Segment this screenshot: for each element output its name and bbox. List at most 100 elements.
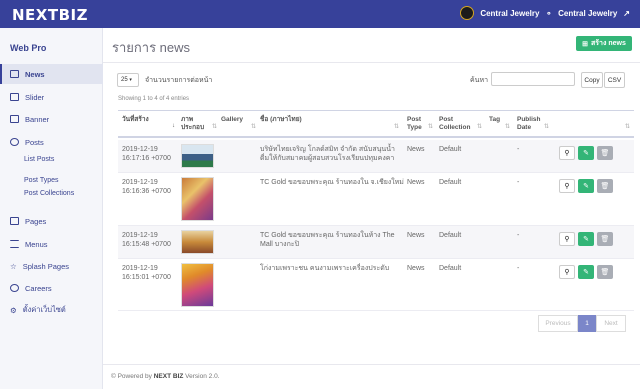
- monitor-icon: [10, 217, 19, 225]
- sidebar-item-label: News: [25, 69, 45, 79]
- trash-icon: 🗑: [600, 183, 610, 190]
- page-size-label: จำนวนรายการต่อหน้า: [145, 77, 213, 84]
- sidebar-item-label: Slider: [25, 92, 45, 102]
- org-avatar[interactable]: [460, 6, 475, 20]
- row-title[interactable]: บริษัทไทยเจริญ โกลด์สมิท จำกัด สนับสนุนน…: [260, 145, 405, 163]
- delete-button[interactable]: 🗑: [597, 179, 613, 193]
- row-title[interactable]: TC Gold ขอขอบพระคุณ ร้านทองในห้าง The Ma…: [260, 231, 405, 249]
- col-header-tag[interactable]: Tag: [489, 116, 500, 124]
- row-date: 2019-12-19 16:15:48 +0700: [122, 231, 171, 249]
- sidebar-item-news[interactable]: News: [0, 64, 103, 84]
- sort-icon[interactable]: ⇅: [251, 123, 256, 130]
- sort-icon[interactable]: ⇅: [477, 123, 482, 130]
- row-publish-date: -: [517, 265, 520, 272]
- edit-button[interactable]: ✎: [578, 232, 594, 246]
- sidebar-subitem-post-collections[interactable]: Post Collections: [24, 190, 74, 197]
- sort-icon[interactable]: ⇅: [428, 123, 433, 130]
- sidebar-item-slider[interactable]: Slider: [0, 87, 103, 107]
- delete-button[interactable]: 🗑: [597, 265, 613, 279]
- row-publish-date: -: [517, 232, 520, 239]
- sort-icon[interactable]: ⇅: [544, 123, 549, 130]
- col-header-image[interactable]: ภาพประกอบ: [181, 116, 209, 132]
- sidebar-item-label: ตั้งค่าเว็บไซต์: [22, 305, 66, 314]
- sort-icon[interactable]: ⇅: [212, 123, 217, 130]
- top-user-area: Central Jewelry ⚬ Central Jewelry ↗: [460, 6, 630, 20]
- sort-icon[interactable]: ⇅: [394, 123, 399, 130]
- row-thumbnail[interactable]: [181, 177, 214, 221]
- edit-icon: ✎: [583, 150, 589, 157]
- search-icon: ⚲: [564, 269, 570, 276]
- header-divider: [103, 62, 640, 63]
- sidebar-item-label: Banner: [25, 114, 50, 124]
- view-button[interactable]: ⚲: [559, 179, 575, 193]
- edit-icon: ✎: [583, 236, 589, 243]
- top-navbar: NEXTBIZ Central Jewelry ⚬ Central Jewelr…: [0, 0, 640, 28]
- row-title[interactable]: TC Gold ขอขอบพระคุณ ร้านทองใน จ.เชียงใหม…: [260, 178, 405, 187]
- create-news-label: สร้าง news: [591, 40, 626, 47]
- col-header-post-type[interactable]: Post Type: [407, 116, 429, 132]
- row-post-collection: Default: [439, 146, 462, 153]
- edit-button[interactable]: ✎: [578, 179, 594, 193]
- col-header-gallery[interactable]: Gallery: [221, 116, 243, 124]
- pagination-next[interactable]: Next: [596, 315, 626, 332]
- app-logo[interactable]: NEXTBIZ: [12, 6, 88, 24]
- sidebar-item-menus[interactable]: Menus: [0, 234, 103, 254]
- users-icon: [10, 284, 19, 292]
- sort-icon[interactable]: ⇅: [625, 123, 630, 130]
- row-thumbnail[interactable]: [181, 144, 214, 168]
- sidebar-item-posts[interactable]: Posts: [0, 132, 103, 152]
- sidebar-subitem-list-posts[interactable]: List Posts: [24, 156, 54, 163]
- col-header-date[interactable]: วันที่สร้าง: [122, 116, 156, 124]
- chevron-down-icon: ▾: [129, 77, 132, 83]
- sidebar-item-pages[interactable]: Pages: [0, 211, 103, 231]
- table-header: วันที่สร้าง ↓ ภาพประกอบ ⇅ Gallery ⇅ ชื่อ…: [118, 110, 634, 138]
- list-icon: [10, 70, 19, 78]
- csv-button[interactable]: CSV: [604, 72, 625, 88]
- col-header-post-collection[interactable]: Post Collection: [439, 116, 475, 132]
- pagination-previous[interactable]: Previous: [538, 315, 578, 332]
- edit-icon: ✎: [583, 183, 589, 190]
- user-name[interactable]: Central Jewelry: [558, 9, 617, 18]
- row-date: 2019-12-19 16:17:16 +0700: [122, 145, 171, 163]
- sidebar-item-splash-pages[interactable]: ☆ Splash Pages: [0, 256, 103, 276]
- copy-button[interactable]: Copy: [581, 72, 603, 88]
- row-post-collection: Default: [439, 232, 462, 239]
- page-size-select[interactable]: 25 ▾: [117, 73, 139, 87]
- row-publish-date: -: [517, 179, 520, 186]
- search-icon: ⚲: [564, 150, 570, 157]
- sort-desc-icon[interactable]: ↓: [172, 123, 175, 129]
- sidebar-item-banner[interactable]: Banner: [0, 109, 103, 129]
- table-row: 2019-12-19 16:15:01 +0700 โก่งามเพราะชน …: [118, 259, 634, 311]
- col-header-publish-date[interactable]: Publish Date: [517, 116, 545, 132]
- search-input[interactable]: [491, 72, 575, 86]
- sidebar-item-label: Posts: [25, 137, 44, 147]
- sidebar-subitem-post-types[interactable]: Post Types: [24, 177, 59, 184]
- col-header-title[interactable]: ชื่อ (ภาษาไทย): [260, 116, 302, 124]
- row-title[interactable]: โก่งามเพราะชน คนงามเพราะเครื่องประดับ: [260, 264, 405, 273]
- org-name[interactable]: Central Jewelry: [480, 9, 539, 18]
- view-button[interactable]: ⚲: [559, 232, 575, 246]
- external-link-icon[interactable]: ↗: [623, 9, 630, 18]
- row-publish-date: -: [517, 146, 520, 153]
- view-button[interactable]: ⚲: [559, 265, 575, 279]
- pagination-page[interactable]: 1: [578, 315, 596, 332]
- edit-icon: ✎: [583, 269, 589, 276]
- plus-square-icon: ⊞: [582, 40, 589, 48]
- sidebar-item-site-settings[interactable]: ⚙ ตั้งค่าเว็บไซต์: [0, 300, 103, 320]
- footer: © Powered by NEXT BIZ Version 2.0.: [111, 373, 220, 380]
- table-row: 2019-12-19 16:16:36 +0700 TC Gold ขอขอบพ…: [118, 173, 634, 226]
- row-thumbnail[interactable]: [181, 230, 214, 254]
- row-thumbnail[interactable]: [181, 263, 214, 307]
- row-date-time: 16:16:36 +0700: [122, 188, 171, 195]
- sidebar-item-careers[interactable]: Careers: [0, 278, 103, 298]
- sort-icon[interactable]: ⇅: [505, 123, 510, 130]
- row-post-collection: Default: [439, 265, 462, 272]
- view-button[interactable]: ⚲: [559, 146, 575, 160]
- main-content: รายการ news ⊞ สร้าง news 25 ▾ จำนวนรายกา…: [103, 28, 640, 389]
- edit-button[interactable]: ✎: [578, 265, 594, 279]
- create-news-button[interactable]: ⊞ สร้าง news: [576, 36, 632, 51]
- edit-button[interactable]: ✎: [578, 146, 594, 160]
- pin-icon: [10, 138, 19, 146]
- delete-button[interactable]: 🗑: [597, 146, 613, 160]
- delete-button[interactable]: 🗑: [597, 232, 613, 246]
